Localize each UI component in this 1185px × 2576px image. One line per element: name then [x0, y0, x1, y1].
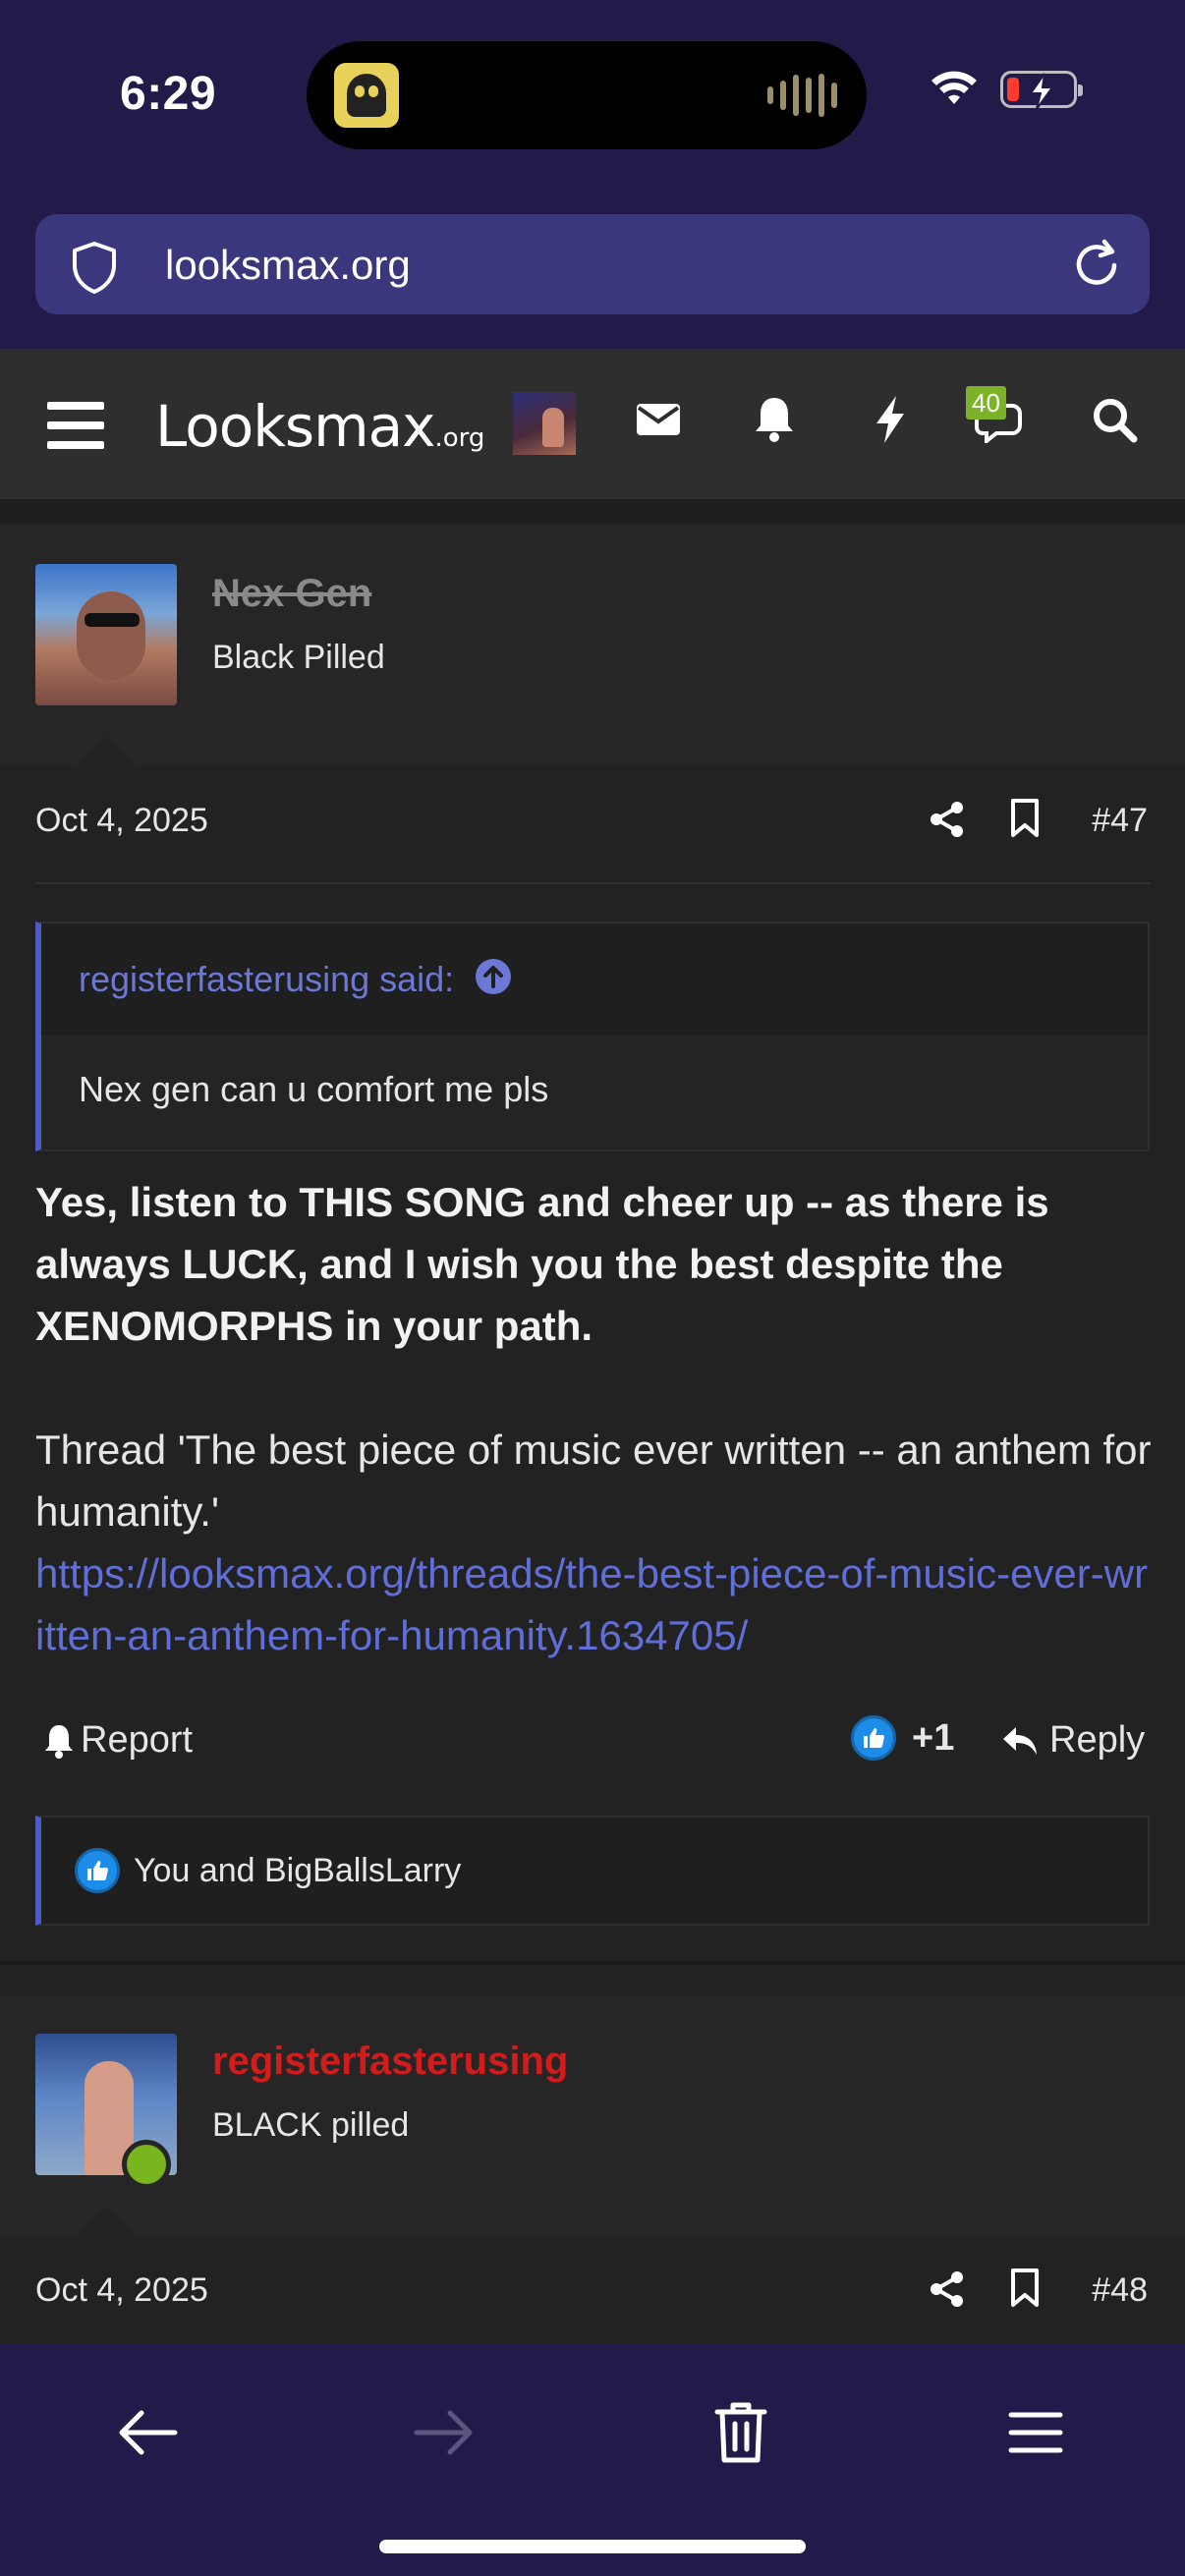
shield-icon[interactable] — [65, 238, 124, 297]
menu-icon[interactable] — [45, 398, 106, 453]
arrow-right-icon — [414, 2410, 473, 2455]
thread-link[interactable]: https://looksmax.org/threads/the-best-pi… — [35, 1542, 1156, 1666]
reaction-count: +1 — [912, 1716, 955, 1759]
post-username[interactable]: Nex Gen — [212, 572, 371, 616]
home-indicator[interactable] — [379, 2540, 806, 2553]
post-date[interactable]: Oct 4, 2025 — [35, 2271, 208, 2310]
post-actions: Report +1 Reply — [0, 1709, 1185, 1778]
post-date[interactable]: Oct 4, 2025 — [35, 802, 208, 840]
share-icon[interactable] — [928, 800, 967, 839]
post-number[interactable]: #47 — [1092, 802, 1148, 840]
status-time: 6:29 — [120, 68, 217, 120]
logo-text: Looksmax — [155, 393, 435, 460]
report-label: Report — [81, 1719, 194, 1761]
audio-waveform-icon — [767, 73, 837, 118]
messages-badge: 40 — [966, 386, 1006, 420]
address-bar[interactable]: looksmax.org — [35, 214, 1150, 314]
menu-button[interactable] — [987, 2383, 1085, 2482]
menu-icon — [1008, 2412, 1063, 2453]
message-caret — [77, 2207, 136, 2236]
report-button[interactable]: Report — [43, 1719, 193, 1762]
back-button[interactable] — [98, 2383, 197, 2482]
status-bar: 6:29 — [0, 0, 1185, 187]
share-icon[interactable] — [928, 2269, 967, 2309]
trash-icon — [714, 2402, 767, 2463]
quote-text: Nex gen can u comfort me pls — [79, 1069, 549, 1109]
site-navigation: Looksmax.org 40 — [0, 349, 1185, 501]
post-meta: Oct 4, 2025 #47 — [0, 766, 1185, 874]
reactions-text[interactable]: You and BigBallsLarry — [134, 1852, 461, 1890]
logo-suffix: .org — [434, 423, 485, 453]
post-username[interactable]: registerfasterusing — [212, 2040, 568, 2084]
quote-header[interactable]: registerfasterusing said: — [41, 924, 1148, 1036]
thumbs-up-icon — [851, 1715, 896, 1761]
thumbs-up-icon — [75, 1848, 120, 1893]
battery-icon — [1000, 71, 1083, 110]
post-divider — [0, 1961, 1185, 1965]
quote-author[interactable]: registerfasterusing said: — [79, 959, 454, 1000]
url-text[interactable]: looksmax.org — [165, 242, 411, 289]
post-header: Nex Gen Black Pilled — [0, 525, 1185, 765]
arrow-left-icon — [119, 2410, 178, 2455]
reaction-summary[interactable]: +1 — [851, 1715, 954, 1761]
bookmark-icon[interactable] — [1008, 798, 1042, 839]
forward-button[interactable] — [395, 2383, 493, 2482]
quote-block: registerfasterusing said: Nex gen can u … — [35, 922, 1150, 1151]
post-header: registerfasterusing BLACK pilled — [0, 1996, 1185, 2236]
dynamic-island[interactable] — [307, 41, 867, 149]
avatar[interactable] — [35, 564, 177, 705]
post-meta: Oct 4, 2025 #48 — [0, 2236, 1185, 2344]
bookmark-icon[interactable] — [1008, 2268, 1042, 2309]
now-playing-app-icon — [334, 63, 399, 128]
wifi-icon — [931, 71, 977, 104]
user-title: BLACK pilled — [212, 2106, 410, 2144]
reply-button[interactable]: Reply — [1000, 1719, 1145, 1762]
bell-icon — [45, 1724, 73, 1759]
message-thread-text: Thread 'The best piece of music ever wri… — [35, 1427, 1152, 1535]
message-bold-text: Yes, listen to THIS SONG and cheer up --… — [35, 1179, 1049, 1349]
reply-icon — [1003, 1726, 1037, 1755]
site-logo[interactable]: Looksmax.org — [155, 393, 484, 460]
content-top-gap — [0, 501, 1185, 525]
envelope-icon[interactable] — [635, 400, 682, 439]
delete-button[interactable] — [692, 2383, 790, 2482]
divider — [35, 882, 1150, 884]
bell-icon[interactable] — [753, 394, 796, 443]
reactions-bar[interactable]: You and BigBallsLarry — [35, 1816, 1150, 1926]
online-status-indicator — [122, 2140, 171, 2189]
arrow-up-circle-icon[interactable] — [474, 957, 513, 996]
account-avatar[interactable] — [513, 392, 576, 455]
reload-icon[interactable] — [1067, 236, 1126, 295]
user-title: Black Pilled — [212, 639, 385, 676]
message-content: Yes, listen to THIS SONG and cheer up --… — [35, 1171, 1156, 1666]
message-caret — [77, 736, 136, 765]
reply-label: Reply — [1049, 1719, 1146, 1761]
browser-address-area: looksmax.org — [0, 187, 1185, 349]
bolt-icon[interactable] — [873, 394, 908, 445]
search-icon[interactable] — [1091, 396, 1138, 443]
post-number[interactable]: #48 — [1092, 2271, 1148, 2310]
